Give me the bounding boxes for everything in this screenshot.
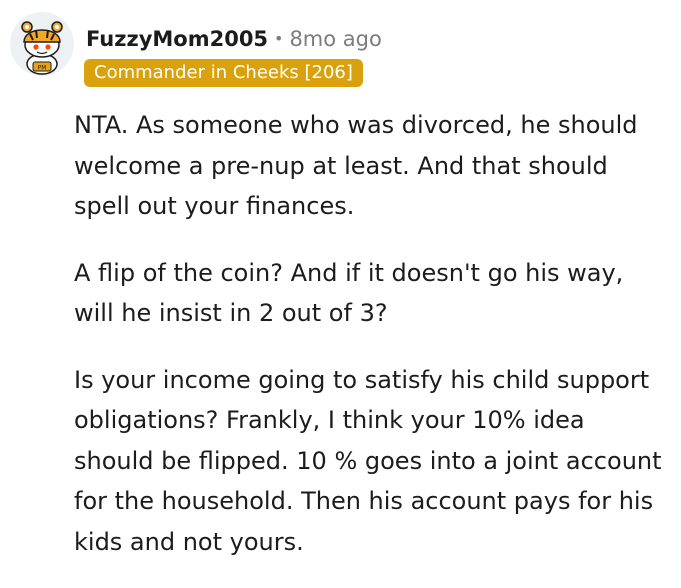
user-avatar[interactable]: PM: [10, 12, 74, 76]
comment-paragraph: Is your income going to satisfy his chil…: [74, 365, 662, 556]
meta-separator: •: [274, 29, 284, 48]
comment-paragraph: A flip of the coin? And if it doesn't go…: [74, 258, 624, 328]
comment-paragraph: NTA. As someone who was divorced, he sho…: [74, 111, 638, 220]
svg-text:PM: PM: [38, 65, 47, 72]
comment-timestamp[interactable]: 8mo ago: [289, 27, 381, 51]
author-username[interactable]: FuzzyMom2005: [86, 26, 268, 52]
comment-body: NTA. As someone who was divorced, he sho…: [74, 105, 670, 588]
user-flair-badge: Commander in Cheeks [206]: [84, 59, 363, 87]
comment: PM FuzzyMom2005 • 8mo ago Commander in Ch…: [0, 0, 681, 582]
snoo-tiger-avatar-icon: PM: [10, 12, 74, 76]
comment-meta: • 8mo ago: [274, 26, 382, 52]
